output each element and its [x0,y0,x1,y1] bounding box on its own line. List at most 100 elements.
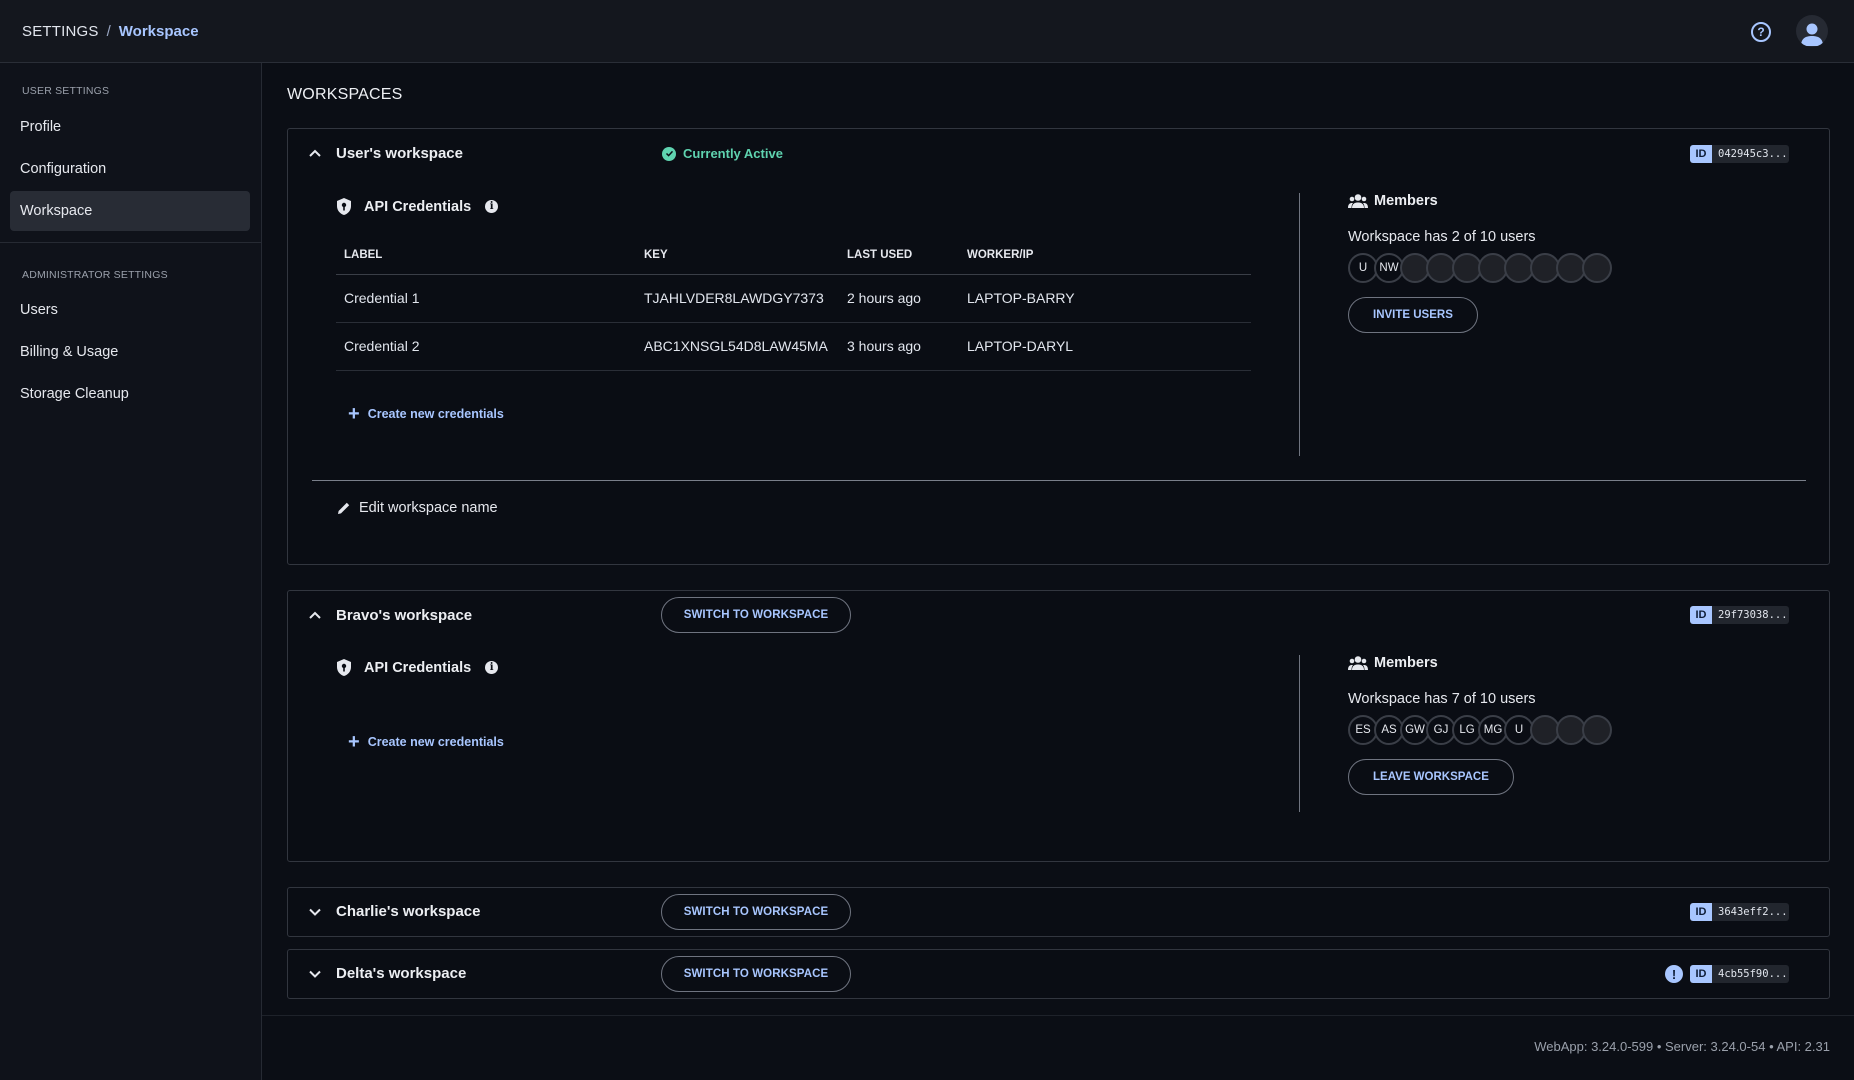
credentials-table: LABEL KEY LAST USED WORKER/IP Credential… [336,236,1251,371]
breadcrumb-settings[interactable]: SETTINGS [22,23,99,40]
workspace-card-user: User's workspace Currently Active ID 042… [287,128,1830,565]
cell-worker-ip: LAPTOP-BARRY [959,274,1251,323]
page-title: WORKSPACES [287,86,403,103]
create-credentials-link[interactable]: + Create new credentials [348,732,504,752]
empty-member-slot [1582,715,1612,745]
admin-settings-title: ADMINISTRATOR SETTINGS [22,269,168,281]
members-panel: Members Workspace has 7 of 10 users ES AS… [1348,655,1612,795]
cell-last-used: 3 hours ago [839,322,959,371]
pencil-icon [338,502,350,514]
members-panel: Members Workspace has 2 of 10 users U NW … [1348,193,1612,333]
create-credentials-label: Create new credentials [367,735,504,749]
cell-last-used: 2 hours ago [839,274,959,323]
vertical-divider [1299,655,1300,812]
chevron-up-icon[interactable] [308,608,322,622]
user-settings-title: USER SETTINGS [22,85,110,97]
section-divider [312,480,1806,481]
sidebar-item-label: Users [20,302,58,318]
version-info: WebApp: 3.24.0-599 • Server: 3.24.0-54 •… [1534,1039,1830,1054]
user-icon [1801,23,1823,46]
workspace-name[interactable]: Bravo's workspace [336,607,472,624]
id-value: 3643eff2... [1712,903,1789,921]
switch-to-workspace-button[interactable]: SWITCH TO WORKSPACE [661,894,851,930]
shield-key-icon [337,198,351,215]
sidebar-item-workspace[interactable]: Workspace [10,191,250,231]
chevron-down-icon[interactable] [308,967,322,981]
id-label: ID [1690,965,1712,983]
create-credentials-link[interactable]: + Create new credentials [348,404,504,424]
col-key: KEY [636,236,839,275]
sidebar-item-billing[interactable]: Billing & Usage [10,332,250,372]
cell-label: Credential 2 [336,322,636,371]
id-value: 042945c3... [1712,145,1789,163]
workspace-card-delta: Delta's workspace SWITCH TO WORKSPACE ! … [287,949,1830,999]
api-credentials-title: API Credentials [364,198,472,215]
members-title: Members [1374,193,1438,209]
table-row[interactable]: Credential 2 ABC1XNSGL54D8LAW45MA 3 hour… [336,322,1251,371]
plus-icon: + [348,731,360,753]
table-row[interactable]: Credential 1 TJAHLVDER8LAWDGY7373 2 hour… [336,274,1251,323]
sidebar-item-label: Workspace [20,203,93,219]
api-credentials-header: API Credentials i [336,197,499,216]
exclamation-circle-icon[interactable]: ! [1665,965,1683,983]
active-status-text: Currently Active [683,146,783,161]
id-label: ID [1690,606,1712,624]
workspace-name[interactable]: User's workspace [336,145,463,162]
workspace-id-chip[interactable]: ID 3643eff2... [1690,903,1789,921]
sidebar-item-label: Profile [20,119,62,135]
sidebar: USER SETTINGS Profile Configuration Work… [0,63,262,1080]
col-last-used: LAST USED [839,236,959,275]
sidebar-item-label: Billing & Usage [20,344,119,360]
info-icon[interactable]: i [485,200,499,213]
workspace-id-chip[interactable]: ID 4cb55f90... [1690,965,1789,983]
breadcrumb: SETTINGS / Workspace [22,23,199,40]
account-button[interactable] [1796,15,1828,47]
sidebar-item-configuration[interactable]: Configuration [10,149,250,189]
top-bar: SETTINGS / Workspace ? [0,0,1854,63]
id-label: ID [1690,903,1712,921]
question-circle-icon: ? [1757,25,1765,39]
api-credentials-title: API Credentials [364,659,472,676]
workspace-id-chip[interactable]: ID 29f73038... [1690,606,1789,624]
breadcrumb-separator: / [106,22,111,40]
sidebar-item-users[interactable]: Users [10,290,250,330]
breadcrumb-current: Workspace [118,22,199,40]
workspace-name[interactable]: Delta's workspace [336,965,466,982]
footer-divider [262,1015,1854,1016]
group-icon [1348,194,1368,208]
sidebar-item-storage-cleanup[interactable]: Storage Cleanup [10,374,250,414]
cell-label: Credential 1 [336,274,636,323]
workspace-card-charlie: Charlie's workspace SWITCH TO WORKSPACE … [287,887,1830,937]
plus-icon: + [348,403,360,425]
create-credentials-label: Create new credentials [367,407,504,421]
leave-workspace-button[interactable]: LEAVE WORKSPACE [1348,759,1514,795]
switch-to-workspace-button[interactable]: SWITCH TO WORKSPACE [661,956,851,992]
empty-member-slot [1582,253,1612,283]
chevron-down-icon[interactable] [308,905,322,919]
workspace-name[interactable]: Charlie's workspace [336,903,480,920]
chevron-up-icon[interactable] [308,146,322,160]
id-value: 4cb55f90... [1712,965,1789,983]
members-header: Members [1348,193,1608,209]
active-status-badge: Currently Active [662,146,783,161]
edit-workspace-name-link[interactable]: Edit workspace name [337,500,498,516]
api-credentials-header: API Credentials i [336,658,499,677]
id-label: ID [1690,145,1712,163]
members-title: Members [1374,655,1438,671]
table-header-row: LABEL KEY LAST USED WORKER/IP [336,236,1251,275]
switch-to-workspace-button[interactable]: SWITCH TO WORKSPACE [661,597,851,633]
sidebar-divider [0,242,262,243]
sidebar-item-label: Storage Cleanup [20,386,129,402]
edit-workspace-name-label: Edit workspace name [359,500,498,516]
workspace-id-chip[interactable]: ID 042945c3... [1690,145,1789,163]
help-button[interactable]: ? [1751,22,1771,42]
cell-key: ABC1XNSGL54D8LAW45MA [636,322,839,371]
info-icon[interactable]: i [485,661,499,674]
sidebar-item-profile[interactable]: Profile [10,107,250,147]
members-count: Workspace has 2 of 10 users [1348,229,1536,245]
members-count: Workspace has 7 of 10 users [1348,691,1536,707]
invite-users-button[interactable]: INVITE USERS [1348,297,1478,333]
shield-key-icon [337,659,351,676]
cell-worker-ip: LAPTOP-DARYL [959,322,1251,371]
cell-key: TJAHLVDER8LAWDGY7373 [636,274,839,323]
